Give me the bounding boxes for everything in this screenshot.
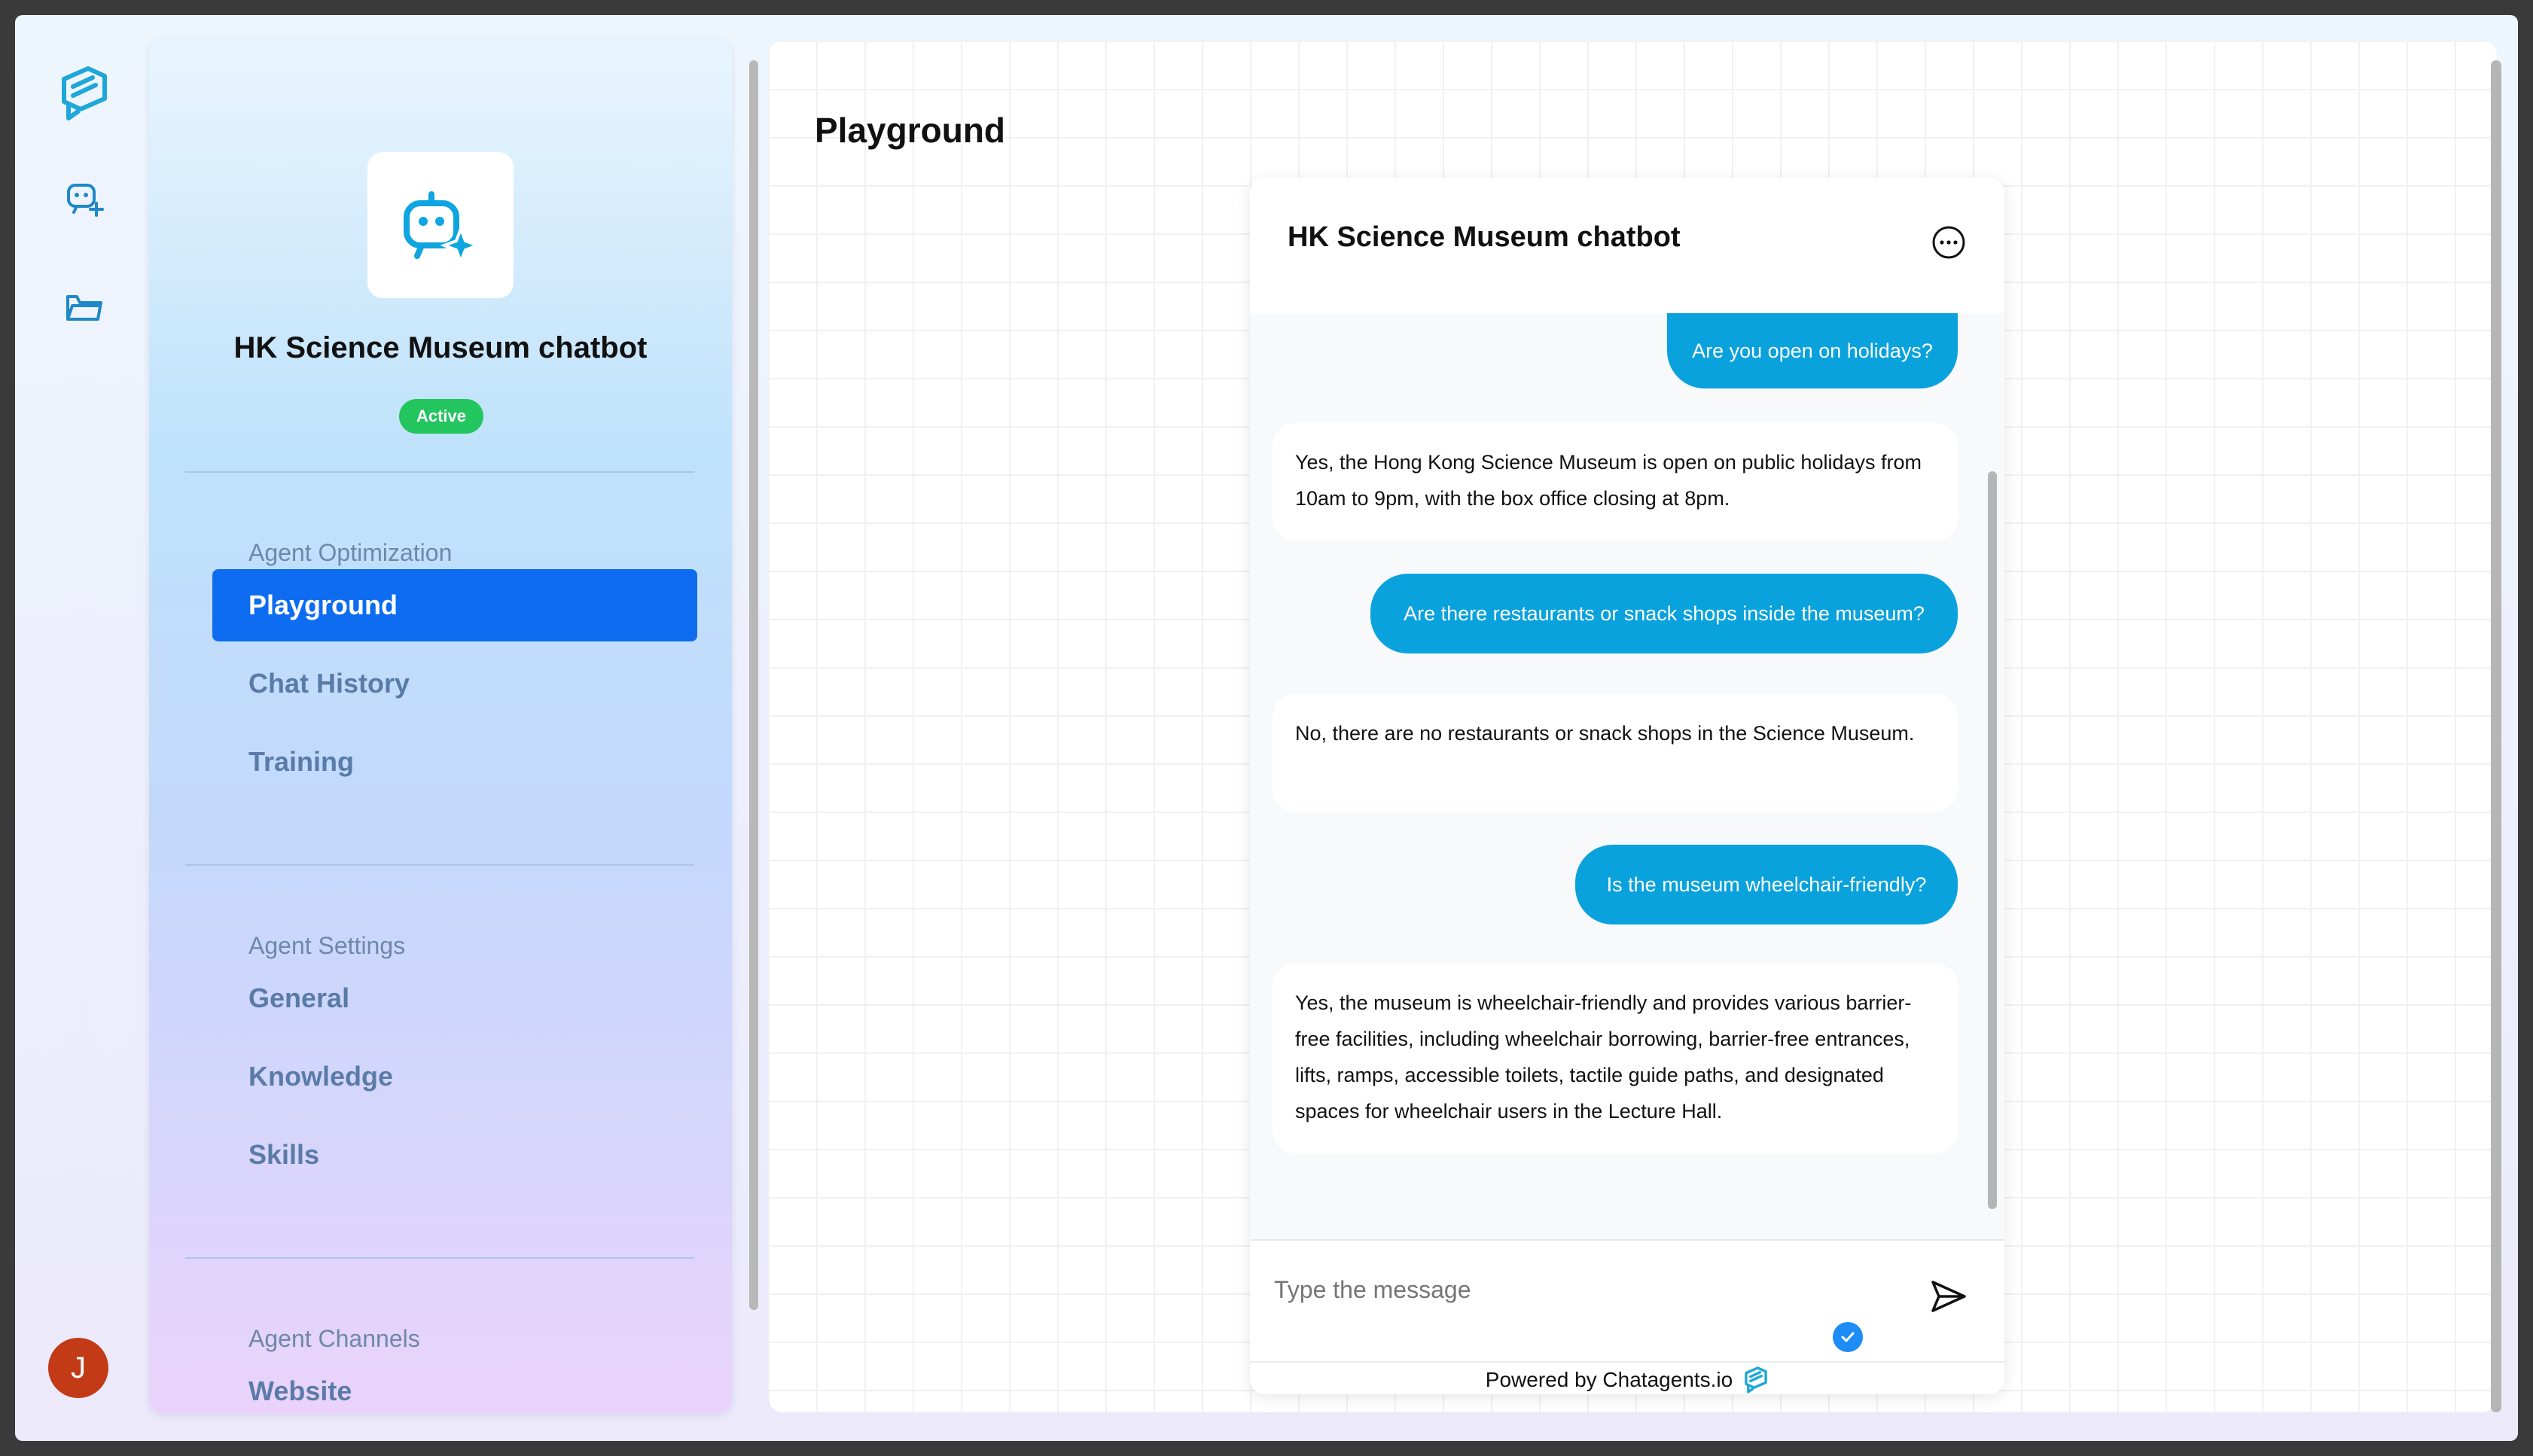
chat-composer: Powered by Chatagents.io: [1250, 1239, 2004, 1394]
chat-header: HK Science Museum chatbot: [1250, 178, 2004, 313]
icon-rail: J: [15, 15, 149, 1441]
more-options-button[interactable]: [1928, 221, 1970, 263]
agent-sidebar: HK Science Museum chatbot Active Agent O…: [149, 39, 732, 1414]
bot-message: Yes, the museum is wheelchair-friendly a…: [1273, 964, 1958, 1153]
divider: [1250, 1361, 2004, 1363]
user-message: Is the museum wheelchair-friendly?: [1575, 845, 1958, 924]
chatbot-sparkle-icon: [404, 191, 482, 267]
status-badge: Active: [399, 399, 483, 434]
sidebar-scrollbar[interactable]: [749, 60, 758, 1310]
send-icon: [1931, 1281, 1966, 1312]
chat-widget: HK Science Museum chatbot Are you open o…: [1250, 178, 2004, 1394]
nav-item-website[interactable]: Website: [212, 1355, 697, 1427]
powered-by-text: Powered by Chatagents.io: [1485, 1368, 1733, 1391]
agent-name: HK Science Museum chatbot: [233, 331, 648, 364]
app-window: J HK Science Museum chatbot Active Agent…: [15, 15, 2518, 1441]
section-label-optimization: Agent Optimization: [248, 539, 453, 566]
section-label-settings: Agent Settings: [248, 932, 406, 959]
folder-icon[interactable]: [56, 279, 113, 336]
bot-message: Yes, the Hong Kong Science Museum is ope…: [1273, 423, 1958, 541]
main-scrollbar[interactable]: [2491, 60, 2501, 1412]
divider: [185, 471, 694, 473]
nav-item-chat-history[interactable]: Chat History: [212, 647, 697, 720]
more-horizontal-icon: [1932, 226, 1965, 259]
brand-logo-icon[interactable]: [56, 65, 113, 122]
nav-item-knowledge[interactable]: Knowledge: [212, 1040, 697, 1113]
nav-item-skills[interactable]: Skills: [212, 1119, 697, 1191]
divider: [185, 1257, 694, 1259]
agent-logo: [367, 152, 514, 298]
page-title: Playground: [815, 111, 1006, 150]
send-button[interactable]: [1926, 1274, 1971, 1319]
section-label-channels: Agent Channels: [248, 1325, 420, 1352]
user-message: Are there restaurants or snack shops ins…: [1370, 574, 1958, 653]
chat-messages[interactable]: Are you open on holidays? Yes, the Hong …: [1250, 313, 2004, 1352]
nav-item-general[interactable]: General: [212, 962, 697, 1034]
nav-item-playground[interactable]: Playground: [212, 569, 697, 641]
user-message: Are you open on holidays?: [1667, 313, 1958, 388]
powered-by: Powered by Chatagents.io: [1250, 1365, 2004, 1394]
chat-title: HK Science Museum chatbot: [1288, 221, 1681, 253]
verified-check-icon: [1833, 1322, 1863, 1352]
chat-scrollbar[interactable]: [1988, 471, 1997, 1209]
user-avatar[interactable]: J: [48, 1338, 108, 1398]
nav-item-training[interactable]: Training: [212, 726, 697, 798]
bot-message: No, there are no restaurants or snack sh…: [1273, 694, 1958, 812]
divider: [185, 864, 694, 866]
chatagents-logo-icon: [1745, 1366, 1768, 1394]
playground-canvas: Playground HK Science Museum chatbot Are…: [768, 41, 2497, 1412]
message-input[interactable]: [1273, 1259, 1878, 1320]
chatbot-add-icon[interactable]: [56, 170, 113, 227]
